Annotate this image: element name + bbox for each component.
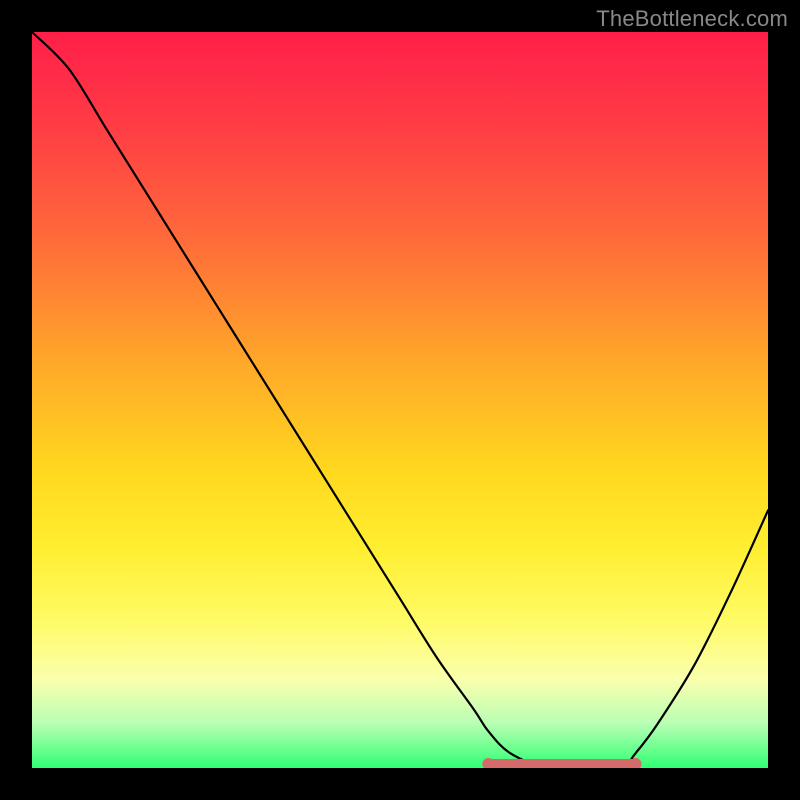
bottleneck-curve <box>32 32 768 768</box>
chart-svg <box>32 32 768 768</box>
chart-plot-area <box>32 32 768 768</box>
watermark-text: TheBottleneck.com <box>596 6 788 32</box>
